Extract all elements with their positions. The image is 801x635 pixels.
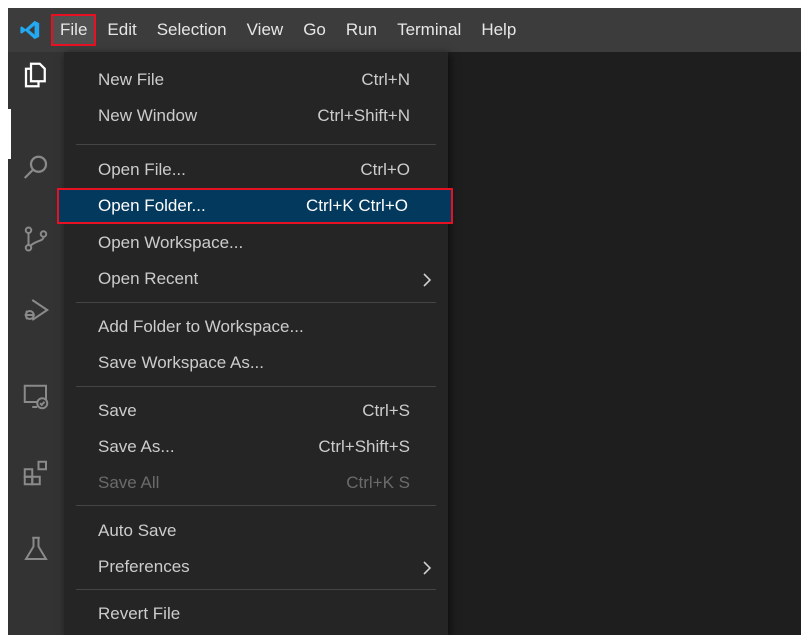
menu-file[interactable]: File bbox=[50, 14, 97, 46]
menu-item-new-window[interactable]: New Window Ctrl+Shift+N bbox=[64, 99, 448, 133]
menu-help[interactable]: Help bbox=[473, 15, 524, 45]
menu-view[interactable]: View bbox=[239, 15, 292, 45]
menu-separator bbox=[76, 505, 436, 506]
explorer-icon[interactable] bbox=[8, 50, 64, 100]
menu-item-save-workspace-as[interactable]: Save Workspace As... bbox=[64, 346, 448, 380]
menu-item-open-workspace[interactable]: Open Workspace... bbox=[64, 226, 448, 260]
menu-go[interactable]: Go bbox=[295, 15, 334, 45]
menu-item-revert-file[interactable]: Revert File bbox=[64, 597, 448, 631]
testing-icon[interactable] bbox=[8, 524, 64, 574]
menu-item-open-recent[interactable]: Open Recent bbox=[64, 262, 448, 296]
menu-item-save-as[interactable]: Save As... Ctrl+Shift+S bbox=[64, 430, 448, 464]
menu-item-open-file[interactable]: Open File... Ctrl+O bbox=[64, 153, 448, 187]
menu-edit[interactable]: Edit bbox=[99, 15, 144, 45]
vscode-logo-icon bbox=[8, 8, 52, 52]
remote-explorer-icon[interactable] bbox=[8, 372, 64, 422]
source-control-icon[interactable] bbox=[8, 214, 64, 264]
menu-item-add-folder-to-workspace[interactable]: Add Folder to Workspace... bbox=[64, 310, 448, 344]
menu-item-new-file[interactable]: New File Ctrl+N bbox=[64, 63, 448, 97]
menu-item-open-folder[interactable]: Open Folder... Ctrl+K Ctrl+O bbox=[57, 188, 453, 224]
chevron-right-icon bbox=[422, 550, 432, 584]
menu-selection[interactable]: Selection bbox=[149, 15, 235, 45]
menu-separator bbox=[76, 302, 436, 303]
activity-bar bbox=[8, 52, 64, 635]
search-icon[interactable] bbox=[8, 143, 64, 193]
menu-run[interactable]: Run bbox=[338, 15, 385, 45]
menu-item-save-all: Save All Ctrl+K S bbox=[98, 473, 410, 492]
menu-separator bbox=[76, 144, 436, 145]
menu-item-preferences[interactable]: Preferences bbox=[64, 550, 448, 584]
chevron-right-icon bbox=[422, 262, 432, 296]
menu-terminal[interactable]: Terminal bbox=[389, 15, 469, 45]
extensions-icon[interactable] bbox=[8, 448, 64, 498]
menu-separator bbox=[76, 386, 436, 387]
menu-item-save[interactable]: Save Ctrl+S bbox=[64, 394, 448, 428]
menu-item-auto-save[interactable]: Auto Save bbox=[64, 514, 448, 548]
vscode-window: File Edit Selection View Go Run Terminal… bbox=[8, 8, 801, 635]
editor-area bbox=[448, 52, 801, 635]
menu-separator bbox=[76, 589, 436, 590]
file-menu-dropdown: New File Ctrl+N New Window Ctrl+Shift+N … bbox=[57, 52, 453, 635]
run-debug-icon[interactable] bbox=[8, 285, 64, 335]
menu-bar: File Edit Selection View Go Run Terminal… bbox=[8, 8, 801, 52]
